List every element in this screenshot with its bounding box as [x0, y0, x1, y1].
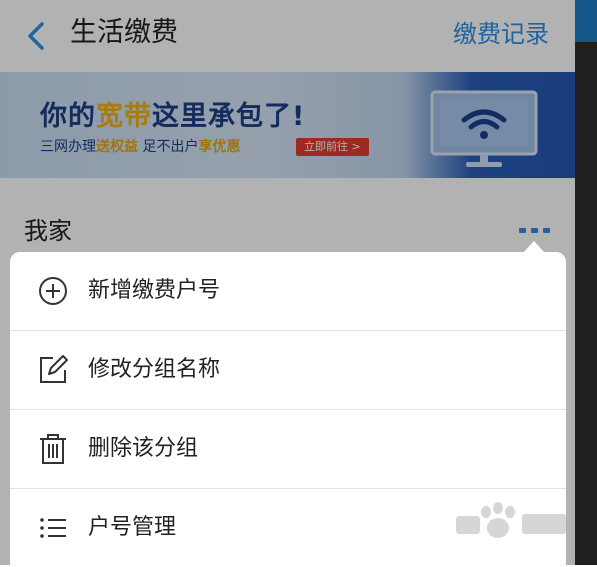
menu-item-label: 户号管理 — [88, 515, 177, 540]
list-icon — [40, 518, 66, 538]
plus-circle-icon — [39, 277, 67, 305]
edit-icon — [40, 355, 68, 383]
menu-item-add-account[interactable]: 新增缴费户号 — [10, 252, 566, 330]
menu-item-label: 删除该分组 — [88, 436, 199, 461]
trash-icon — [40, 434, 66, 464]
menu-item-label: 新增缴费户号 — [88, 278, 221, 303]
menu-item-account-management[interactable]: 户号管理 — [10, 488, 566, 567]
group-options-menu: 新增缴费户号 修改分组名称 删除该分组 户号管理 — [10, 252, 566, 565]
menu-item-delete-group[interactable]: 删除该分组 — [10, 409, 566, 488]
menu-item-rename-group[interactable]: 修改分组名称 — [10, 330, 566, 409]
menu-item-label: 修改分组名称 — [88, 357, 221, 382]
watermark-text: jingyan.baidu.com — [457, 538, 560, 549]
